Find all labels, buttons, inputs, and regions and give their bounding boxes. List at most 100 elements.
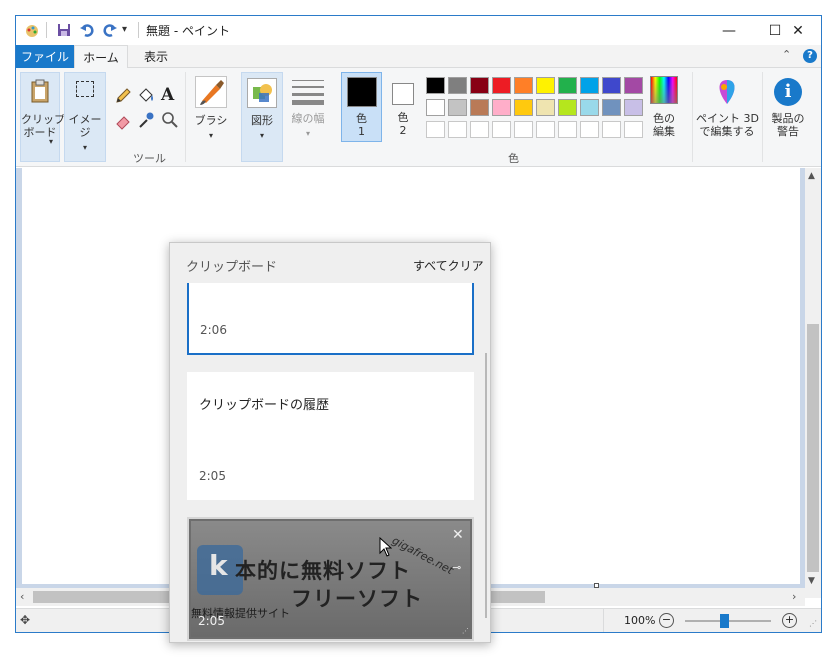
customize-quick-access-icon[interactable]: ▾ — [122, 24, 138, 40]
palette-swatch[interactable] — [470, 77, 489, 94]
redo-icon[interactable] — [102, 22, 118, 38]
close-icon: ✕ — [792, 22, 804, 39]
custom-color-slot[interactable] — [624, 121, 643, 138]
clipboard-panel-title: クリップボード — [186, 260, 278, 275]
palette-swatch[interactable] — [536, 77, 555, 94]
clipboard-icon — [30, 79, 50, 103]
scroll-right-icon[interactable]: › — [792, 590, 796, 603]
chevron-down-icon: ▾ — [82, 143, 87, 152]
clipboard-item[interactable]: k 本的に無料ソフト フリーソフト 無料情報提供サイト gigafree.net… — [187, 517, 474, 641]
tab-file[interactable]: ファイル — [16, 45, 74, 68]
tab-view[interactable]: 表示 — [133, 45, 179, 68]
palette-swatch[interactable] — [580, 99, 599, 116]
zoom-slider-thumb[interactable] — [719, 614, 729, 628]
product-alert-button[interactable]: i 製品の 警告 — [766, 72, 810, 158]
divider — [185, 72, 186, 162]
more-options-icon[interactable]: ⋰ — [462, 627, 469, 635]
palette-swatch[interactable] — [580, 77, 599, 94]
zoom-in-button[interactable]: + — [782, 613, 797, 628]
custom-color-slot[interactable] — [492, 121, 511, 138]
color2-button[interactable]: 色 2 — [387, 72, 419, 142]
palette-swatch[interactable] — [536, 99, 555, 116]
zoom-slider[interactable] — [685, 614, 771, 628]
custom-color-slot[interactable] — [448, 121, 467, 138]
clipboard-item[interactable]: 2:06 — [187, 283, 474, 355]
palette-swatch[interactable] — [470, 99, 489, 116]
save-icon[interactable] — [56, 22, 72, 38]
resize-grip-icon: ⋰ — [809, 619, 817, 628]
collapse-ribbon-icon[interactable]: ⌃ — [782, 48, 791, 61]
clipboard-item-time: 2:05 — [199, 469, 226, 483]
chevron-down-icon: ▾ — [208, 131, 213, 140]
panel-scrollbar[interactable] — [485, 353, 487, 618]
palette-swatch[interactable] — [426, 99, 445, 116]
colors-group-label: 色 — [508, 152, 519, 165]
pin-icon[interactable]: ⊸ — [452, 561, 461, 574]
pencil-icon[interactable] — [114, 87, 132, 108]
paint-app-icon[interactable] — [24, 22, 40, 38]
scroll-down-icon[interactable]: ▼ — [808, 576, 815, 586]
tab-home[interactable]: ホーム — [74, 45, 128, 69]
chevron-down-icon: ▾ — [305, 129, 310, 138]
image-button[interactable]: イメージ ▾ — [64, 72, 106, 162]
palette-swatch[interactable] — [602, 77, 621, 94]
palette-swatch[interactable] — [426, 77, 445, 94]
custom-color-slot[interactable] — [426, 121, 445, 138]
minimize-button[interactable]: — — [706, 16, 752, 45]
eraser-icon[interactable] — [114, 112, 132, 133]
product-alert-label: 製品の 警告 — [771, 112, 805, 138]
palette-swatch[interactable] — [602, 99, 621, 116]
undo-icon[interactable] — [79, 22, 95, 38]
palette-swatch[interactable] — [492, 77, 511, 94]
shapes-button[interactable]: 図形 ▾ — [241, 72, 283, 162]
custom-color-slot[interactable] — [558, 121, 577, 138]
move-cursor-icon: ✥ — [20, 613, 31, 627]
scroll-up-icon[interactable]: ▲ — [808, 171, 815, 181]
scroll-left-icon[interactable]: ‹ — [20, 590, 24, 603]
palette-swatch[interactable] — [448, 99, 467, 116]
zoom-out-button[interactable]: − — [659, 613, 674, 628]
palette-swatch[interactable] — [514, 99, 533, 116]
site-logo-letter: k — [209, 549, 228, 582]
palette-swatch[interactable] — [514, 77, 533, 94]
custom-color-slot[interactable] — [602, 121, 621, 138]
custom-color-slot[interactable] — [514, 121, 533, 138]
edit-colors-button[interactable]: 色の 編集 — [644, 72, 684, 142]
brush-button[interactable]: ブラシ ▾ — [191, 72, 231, 162]
text-tool-icon[interactable]: A — [161, 85, 174, 105]
title-bar: ▾ 無題 - ペイント — ☐ ✕ — [16, 16, 821, 45]
image-subheading: フリーソフト — [291, 587, 423, 611]
brush-icon — [195, 76, 227, 108]
palette-swatch[interactable] — [624, 77, 643, 94]
custom-color-slot[interactable] — [580, 121, 599, 138]
window-title: 無題 - ペイント — [146, 24, 230, 38]
line-width-button[interactable]: 線の幅 ▾ — [286, 72, 330, 162]
help-icon[interactable]: ? — [803, 49, 817, 63]
vertical-scrollbar[interactable]: ▲ ▼ — [805, 168, 821, 598]
palette-swatch[interactable] — [558, 77, 577, 94]
custom-color-slot[interactable] — [470, 121, 489, 138]
palette-swatch[interactable] — [624, 99, 643, 116]
vertical-scroll-thumb[interactable] — [807, 324, 819, 572]
clear-all-button[interactable]: すべてクリア — [413, 257, 484, 274]
color1-button[interactable]: 色 1 — [341, 72, 382, 142]
custom-color-slot[interactable] — [536, 121, 555, 138]
color2-number: 2 — [399, 124, 407, 137]
close-icon[interactable]: ✕ — [452, 527, 464, 543]
edit-colors-label: 色の 編集 — [653, 112, 675, 138]
clipboard-item[interactable]: クリップボードの履歴 2:05 — [187, 372, 474, 500]
palette-swatch[interactable] — [448, 77, 467, 94]
close-button[interactable]: ✕ — [775, 16, 821, 45]
color-picker-icon[interactable] — [137, 111, 155, 132]
clipboard-button[interactable]: クリップ ボード ▾ — [20, 72, 65, 162]
fill-icon[interactable] — [137, 86, 155, 107]
paint3d-button[interactable]: ペイント 3D で編集する — [696, 72, 759, 158]
minimize-icon: — — [722, 22, 736, 39]
palette-swatch[interactable] — [492, 99, 511, 116]
color2-label: 色 — [397, 111, 409, 124]
palette-swatch[interactable] — [558, 99, 577, 116]
clipboard-label: クリップ ボード — [21, 113, 65, 139]
magnifier-icon[interactable] — [161, 111, 179, 132]
image-label: イメージ — [68, 113, 102, 139]
clipboard-item-image: k 本的に無料ソフト フリーソフト 無料情報提供サイト gigafree.net — [191, 521, 470, 637]
